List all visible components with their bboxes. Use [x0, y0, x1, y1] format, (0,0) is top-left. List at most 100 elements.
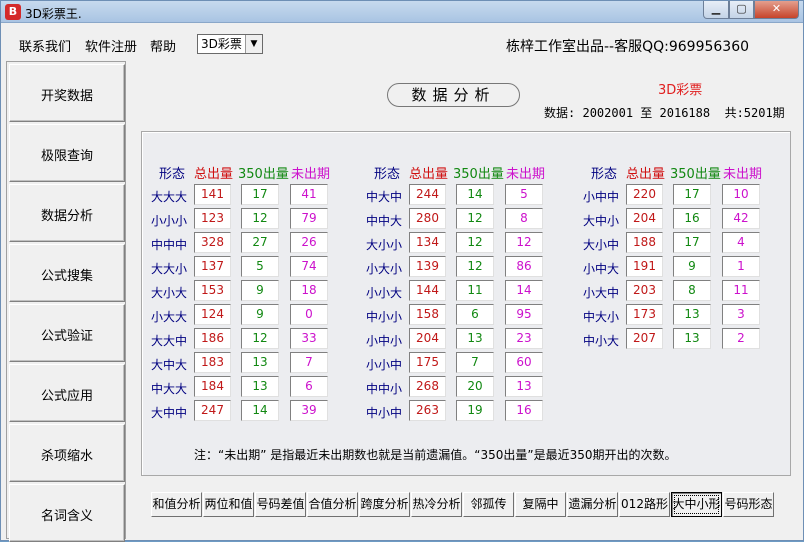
recent-value-field: 7: [456, 352, 494, 373]
missing-value-field: 23: [505, 328, 543, 349]
recent-value-field: 12: [456, 232, 494, 253]
total-value-field: 188: [626, 232, 663, 253]
missing-value-field: 79: [290, 208, 328, 229]
sidebar-button[interactable]: 极限查询: [9, 124, 125, 182]
sidebar-button[interactable]: 杀项缩水: [9, 424, 125, 482]
pattern-label: 小小大: [366, 286, 403, 300]
recent-value-field: 8: [673, 280, 711, 301]
sidebar-button[interactable]: 公式应用: [9, 364, 125, 422]
analysis-tab[interactable]: 热冷分析: [411, 492, 462, 517]
range-total: 共:5201期: [724, 106, 785, 120]
menu-software-register[interactable]: 软件注册: [85, 36, 137, 55]
missing-value-field: 6: [290, 376, 328, 397]
pattern-label: 中大中: [366, 190, 403, 204]
menu-help[interactable]: 帮助: [150, 36, 176, 55]
total-value-field: 124: [194, 304, 231, 325]
sidebar-button[interactable]: 名词含义: [9, 484, 125, 542]
header-missing: 未出期: [723, 167, 763, 182]
sidebar-button-label: 公式搜集: [40, 269, 93, 284]
pattern-label: 小大大: [151, 310, 188, 324]
header-total: 总出量: [626, 167, 666, 182]
pattern-label: 小中小: [366, 334, 403, 348]
sidebar-button[interactable]: 开奖数据: [9, 64, 125, 122]
analysis-tab[interactable]: 大中小形: [671, 492, 722, 517]
lottery-type-select[interactable]: 3D彩票 ▼: [197, 34, 263, 54]
recent-value-field: 14: [241, 400, 279, 421]
menu-contact-us[interactable]: 联系我们: [19, 36, 71, 55]
total-value-field: 137: [194, 256, 231, 277]
header-recent: 350出量: [670, 167, 721, 182]
pattern-label: 中中中: [151, 238, 188, 252]
recent-value-field: 20: [456, 376, 494, 397]
window-title: 3D彩票王.: [25, 7, 82, 21]
maximize-button[interactable]: ▢: [729, 1, 754, 19]
total-value-field: 175: [409, 352, 446, 373]
total-value-field: 328: [194, 232, 231, 253]
sidebar-button[interactable]: 公式搜集: [9, 244, 125, 302]
sidebar-button-label: 杀项缩水: [40, 449, 93, 464]
total-value-field: 158: [409, 304, 446, 325]
sidebar-button-label: 公式应用: [40, 389, 93, 404]
recent-value-field: 12: [241, 328, 279, 349]
analysis-tab[interactable]: 合值分析: [307, 492, 358, 517]
analysis-tab[interactable]: 邻孤传: [463, 492, 514, 517]
footnote: 注：“未出期” 是指最近未出期数也就是当前遗漏值。“350出量”是最近350期开…: [194, 448, 677, 462]
sidebar-button-label: 公式验证: [40, 329, 93, 344]
total-value-field: 244: [409, 184, 446, 205]
pattern-label: 中中大: [366, 214, 403, 228]
missing-value-field: 41: [290, 184, 328, 205]
sidebar: 开奖数据极限查询 数据分析公式搜集公式验证公式应用杀项缩水名词含义: [6, 61, 126, 542]
missing-value-field: 1: [722, 256, 760, 277]
pattern-label: 大中中: [151, 406, 188, 420]
missing-value-field: 3: [722, 304, 760, 325]
analysis-tab[interactable]: 复隔中: [515, 492, 566, 517]
pattern-label: 大小中: [583, 238, 620, 252]
sidebar-button-label: 开奖数据: [40, 89, 93, 104]
sidebar-button[interactable]: 数据分析: [9, 184, 125, 242]
header-recent: 350出量: [238, 167, 289, 182]
pattern-label: 大中大: [151, 358, 188, 372]
recent-value-field: 16: [673, 208, 711, 229]
pattern-label: 大大大: [151, 190, 188, 204]
pattern-label: 中小中: [366, 406, 403, 420]
total-value-field: 207: [626, 328, 663, 349]
analysis-tab[interactable]: 号码差值: [255, 492, 306, 517]
dropdown-arrow-icon[interactable]: ▼: [245, 35, 262, 53]
missing-value-field: 11: [722, 280, 760, 301]
header-missing: 未出期: [291, 167, 331, 182]
recent-value-field: 13: [673, 328, 711, 349]
recent-value-field: 13: [456, 328, 494, 349]
close-button[interactable]: ✕: [754, 1, 799, 19]
pattern-label: 中中小: [366, 382, 403, 396]
analysis-tab[interactable]: 和值分析: [151, 492, 202, 517]
range-to-word: 至: [640, 106, 653, 120]
pattern-label: 小小中: [366, 358, 403, 372]
pattern-label: 大小大: [151, 286, 188, 300]
missing-value-field: 86: [505, 256, 543, 277]
missing-value-field: 16: [505, 400, 543, 421]
missing-value-field: 12: [505, 232, 543, 253]
section-title-banner: 数据分析: [387, 83, 520, 107]
recent-value-field: 9: [673, 256, 711, 277]
pattern-label: 中小大: [583, 334, 620, 348]
recent-value-field: 17: [673, 232, 711, 253]
total-value-field: 144: [409, 280, 446, 301]
total-value-field: 204: [626, 208, 663, 229]
missing-value-field: 5: [505, 184, 543, 205]
recent-value-field: 17: [673, 184, 711, 205]
studio-credit: 栋梓工作室出品--客服QQ:969956360: [506, 39, 750, 55]
sidebar-button[interactable]: 公式验证: [9, 304, 125, 362]
analysis-tab[interactable]: 跨度分析: [359, 492, 410, 517]
analysis-tab[interactable]: 遗漏分析: [567, 492, 618, 517]
analysis-tab[interactable]: 012路形: [619, 492, 670, 517]
lottery-name-label: 3D彩票: [658, 83, 703, 98]
pattern-label: 大小小: [366, 238, 403, 252]
analysis-tab[interactable]: 号码形态: [723, 492, 774, 517]
title-bar[interactable]: B 3D彩票王. ▁ ▢ ✕: [1, 1, 803, 23]
analysis-tab[interactable]: 两位和值: [203, 492, 254, 517]
missing-value-field: 74: [290, 256, 328, 277]
total-value-field: 247: [194, 400, 231, 421]
recent-value-field: 6: [456, 304, 494, 325]
minimize-button[interactable]: ▁: [703, 1, 729, 19]
missing-value-field: 26: [290, 232, 328, 253]
